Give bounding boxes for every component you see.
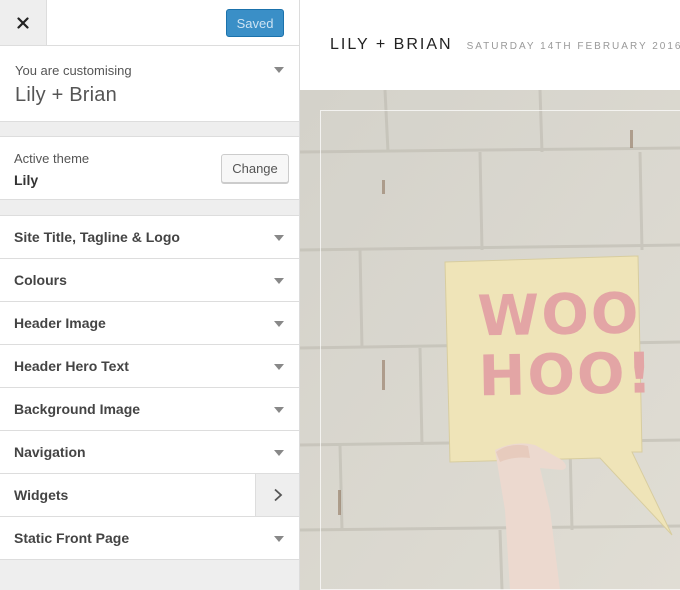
chevron-down-icon [274,321,284,327]
divider [0,122,299,136]
site-name: Lily + Brian [15,84,117,106]
section-navigation[interactable]: Navigation [0,431,299,474]
preview-site-tagline: SATURDAY 14TH FEBRUARY 2016 [466,41,680,52]
chevron-down-icon [274,536,284,542]
section-label: Header Hero Text [14,358,129,374]
customizer-sections: Site Title, Tagline & Logo Colours Heade… [0,215,299,560]
close-icon [17,16,29,29]
hero-frame [320,110,680,590]
section-label: Navigation [14,444,86,460]
widgets-expand-button[interactable] [255,474,299,516]
chevron-down-icon [274,364,284,370]
section-background-image[interactable]: Background Image [0,388,299,431]
chevron-down-icon [274,407,284,413]
section-site-title[interactable]: Site Title, Tagline & Logo [0,216,299,259]
close-button[interactable] [0,0,47,45]
customising-info: You are customising Lily + Brian [0,46,299,122]
hero-image: WOO HOO! [300,90,680,590]
section-label: Site Title, Tagline & Logo [14,229,180,245]
chevron-down-icon[interactable] [274,67,284,73]
saved-button[interactable]: Saved [226,9,284,37]
chevron-down-icon [274,278,284,284]
section-colours[interactable]: Colours [0,259,299,302]
chevron-down-icon [274,235,284,241]
section-label: Header Image [14,315,106,331]
chevron-down-icon [274,450,284,456]
active-theme-panel: Active theme Lily Change [0,136,299,200]
chevron-right-icon [273,488,282,502]
preview-site-title[interactable]: LILY + BRIAN [330,36,453,54]
site-preview: LILY + BRIAN SATURDAY 14TH FEBRUARY 2016 [300,0,680,590]
section-label: Static Front Page [14,530,130,546]
section-widgets[interactable]: Widgets [0,474,299,517]
preview-header: LILY + BRIAN SATURDAY 14TH FEBRUARY 2016 [300,0,680,90]
section-header-hero-text[interactable]: Header Hero Text [0,345,299,388]
section-label: Widgets [14,487,69,503]
customizer-sidebar: Saved You are customising Lily + Brian A… [0,0,300,590]
section-label: Background Image [14,401,141,417]
section-label: Colours [14,272,67,288]
section-static-front-page[interactable]: Static Front Page [0,517,299,560]
section-header-image[interactable]: Header Image [0,302,299,345]
customising-label: You are customising [15,63,132,78]
customizer-header: Saved [0,0,299,46]
change-theme-button[interactable]: Change [221,154,289,183]
